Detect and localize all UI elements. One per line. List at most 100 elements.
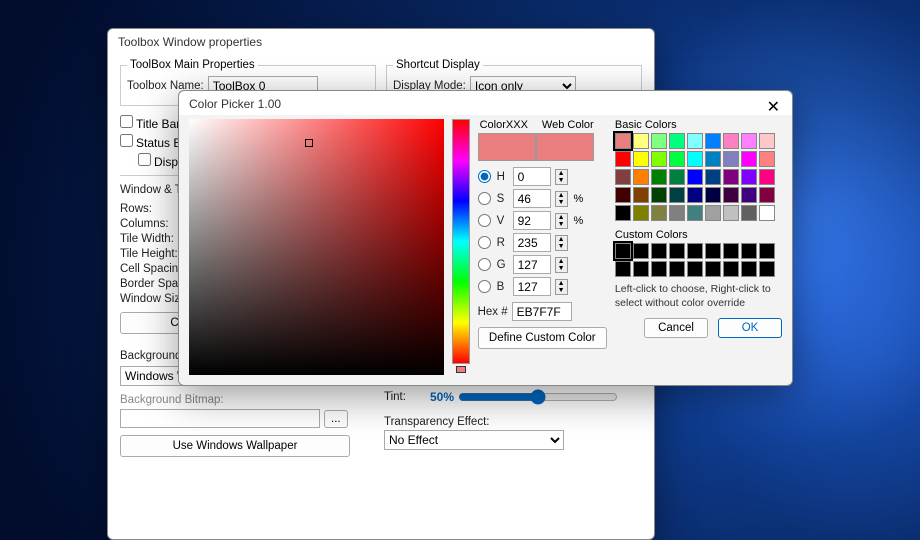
channel-g-radio[interactable] <box>478 258 491 271</box>
background-legend: Background <box>120 350 181 362</box>
basic-color-cell[interactable] <box>615 151 631 167</box>
channel-s-input[interactable] <box>513 189 551 208</box>
basic-color-cell[interactable] <box>687 151 703 167</box>
custom-color-cell[interactable] <box>615 243 631 259</box>
custom-color-cell[interactable] <box>741 243 757 259</box>
close-icon[interactable]: ✕ <box>767 97 780 117</box>
custom-color-cell[interactable] <box>705 261 721 277</box>
basic-color-cell[interactable] <box>723 151 739 167</box>
basic-color-cell[interactable] <box>669 187 685 203</box>
custom-color-cell[interactable] <box>651 261 667 277</box>
channel-b-input[interactable] <box>513 277 551 296</box>
custom-color-cell[interactable] <box>723 243 739 259</box>
channel-r-radio[interactable] <box>478 236 491 249</box>
basic-color-cell[interactable] <box>705 169 721 185</box>
basic-color-cell[interactable] <box>633 151 649 167</box>
basic-color-cell[interactable] <box>687 205 703 221</box>
channel-v-input[interactable] <box>513 211 551 230</box>
basic-color-cell[interactable] <box>759 133 775 149</box>
basic-color-cell[interactable] <box>687 133 703 149</box>
bg-bitmap-input[interactable] <box>120 409 320 428</box>
custom-color-cell[interactable] <box>759 243 775 259</box>
browse-button[interactable]: ... <box>324 410 348 428</box>
basic-colors-grid <box>615 133 782 221</box>
channel-r-input[interactable] <box>513 233 551 252</box>
custom-color-cell[interactable] <box>669 261 685 277</box>
basic-color-cell[interactable] <box>615 133 631 149</box>
spinner-buttons[interactable]: ▲▼ <box>555 191 568 207</box>
basic-color-cell[interactable] <box>723 133 739 149</box>
use-wallpaper-button[interactable]: Use Windows Wallpaper <box>120 435 350 457</box>
basic-color-cell[interactable] <box>741 169 757 185</box>
color-preview-web <box>536 133 594 161</box>
spinner-buttons[interactable]: ▲▼ <box>555 213 568 229</box>
hue-marker[interactable] <box>456 366 466 373</box>
custom-color-cell[interactable] <box>687 243 703 259</box>
channel-s-radio[interactable] <box>478 192 491 205</box>
basic-color-cell[interactable] <box>669 133 685 149</box>
basic-color-cell[interactable] <box>723 205 739 221</box>
basic-color-cell[interactable] <box>651 169 667 185</box>
custom-color-cell[interactable] <box>687 261 703 277</box>
define-custom-color-button[interactable]: Define Custom Color <box>478 327 607 349</box>
custom-color-cell[interactable] <box>651 243 667 259</box>
basic-color-cell[interactable] <box>705 151 721 167</box>
custom-color-cell[interactable] <box>759 261 775 277</box>
preview-header-web: Web Color <box>542 119 594 131</box>
custom-color-cell[interactable] <box>633 243 649 259</box>
sv-marker[interactable] <box>305 139 313 147</box>
basic-color-cell[interactable] <box>705 133 721 149</box>
custom-color-cell[interactable] <box>633 261 649 277</box>
basic-color-cell[interactable] <box>651 151 667 167</box>
basic-color-cell[interactable] <box>723 187 739 203</box>
basic-color-cell[interactable] <box>759 205 775 221</box>
custom-color-cell[interactable] <box>669 243 685 259</box>
basic-color-cell[interactable] <box>633 205 649 221</box>
basic-color-cell[interactable] <box>615 169 631 185</box>
basic-color-cell[interactable] <box>759 169 775 185</box>
channel-h-radio[interactable] <box>478 170 491 183</box>
basic-color-cell[interactable] <box>759 151 775 167</box>
basic-color-cell[interactable] <box>687 169 703 185</box>
basic-color-cell[interactable] <box>633 133 649 149</box>
channel-v-radio[interactable] <box>478 214 491 227</box>
channel-h-input[interactable] <box>513 167 551 186</box>
custom-color-cell[interactable] <box>741 261 757 277</box>
basic-color-cell[interactable] <box>633 187 649 203</box>
spinner-buttons[interactable]: ▲▼ <box>555 235 568 251</box>
transparency-select[interactable]: No Effect <box>384 430 564 450</box>
basic-color-cell[interactable] <box>759 187 775 203</box>
channel-b-radio[interactable] <box>478 280 491 293</box>
spinner-buttons[interactable]: ▲▼ <box>555 257 568 273</box>
basic-color-cell[interactable] <box>741 133 757 149</box>
basic-color-cell[interactable] <box>741 187 757 203</box>
basic-color-cell[interactable] <box>615 205 631 221</box>
basic-color-cell[interactable] <box>651 133 667 149</box>
basic-color-cell[interactable] <box>615 187 631 203</box>
custom-color-cell[interactable] <box>705 243 721 259</box>
basic-color-cell[interactable] <box>741 151 757 167</box>
basic-color-cell[interactable] <box>669 205 685 221</box>
spinner-buttons[interactable]: ▲▼ <box>555 169 568 185</box>
basic-color-cell[interactable] <box>741 205 757 221</box>
hex-input[interactable] <box>512 302 572 321</box>
cancel-button[interactable]: Cancel <box>644 318 708 338</box>
basic-color-cell[interactable] <box>669 169 685 185</box>
channel-g-input[interactable] <box>513 255 551 274</box>
basic-color-cell[interactable] <box>651 205 667 221</box>
basic-color-cell[interactable] <box>723 169 739 185</box>
saturation-value-field[interactable] <box>189 119 444 375</box>
basic-color-cell[interactable] <box>705 187 721 203</box>
custom-color-cell[interactable] <box>615 261 631 277</box>
basic-color-cell[interactable] <box>669 151 685 167</box>
basic-color-cell[interactable] <box>633 169 649 185</box>
tint-slider[interactable] <box>458 389 618 405</box>
basic-color-cell[interactable] <box>651 187 667 203</box>
basic-color-cell[interactable] <box>705 205 721 221</box>
color-picker-window: Color Picker 1.00 ✕ ColorXXX Web Color H… <box>178 90 793 386</box>
spinner-buttons[interactable]: ▲▼ <box>555 279 568 295</box>
ok-button[interactable]: OK <box>718 318 782 338</box>
basic-color-cell[interactable] <box>687 187 703 203</box>
hue-strip[interactable] <box>452 119 470 364</box>
custom-color-cell[interactable] <box>723 261 739 277</box>
